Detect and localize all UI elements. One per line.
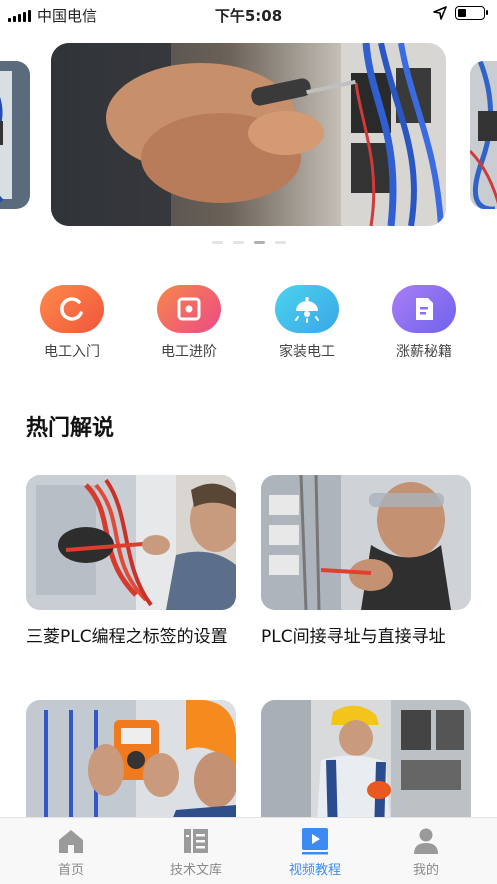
section-title: 热门解说	[26, 416, 115, 441]
video-card[interactable]: PLC间接寻址与直接寻址	[261, 475, 471, 650]
document-icon	[392, 285, 456, 333]
video-title: PLC间接寻址与直接寻址	[261, 627, 446, 647]
library-icon	[146, 826, 246, 856]
square-target-icon	[157, 285, 221, 333]
tab-library[interactable]: 技术文库	[146, 826, 246, 878]
tab-label: 技术文库	[169, 863, 222, 878]
carousel-dot[interactable]	[253, 241, 265, 244]
category-label: 家装电工	[279, 344, 335, 360]
carousel-dot[interactable]	[211, 241, 223, 244]
location-arrow-icon	[433, 6, 447, 20]
video-card[interactable]: 三菱PLC编程之标签的设置	[26, 475, 236, 650]
video-thumbnail[interactable]	[261, 475, 471, 610]
tab-label: 首页	[57, 863, 84, 878]
status-right	[433, 6, 488, 20]
video-thumbnail[interactable]	[26, 700, 236, 835]
video-icon	[265, 826, 365, 856]
tab-home[interactable]: 首页	[21, 826, 121, 878]
category-label: 电工进阶	[161, 344, 217, 360]
carousel-indicator	[0, 241, 497, 244]
video-thumbnail[interactable]	[26, 475, 236, 610]
carousel-dot[interactable]	[232, 241, 244, 244]
banner-carousel[interactable]	[0, 43, 497, 228]
refresh-circle-icon	[40, 285, 104, 333]
ceiling-lamp-icon	[275, 285, 339, 333]
category-label: 涨薪秘籍	[396, 344, 452, 360]
category-advanced[interactable]: 电工进阶	[139, 285, 239, 361]
category-label: 电工入门	[44, 344, 100, 360]
user-icon	[376, 826, 476, 856]
banner-slide-next[interactable]	[470, 61, 497, 209]
home-icon	[21, 826, 121, 856]
tab-profile[interactable]: 我的	[376, 826, 476, 878]
tab-video-tutorials[interactable]: 视频教程	[265, 826, 365, 878]
status-time: 下午5:08	[214, 7, 283, 25]
category-raise-tips[interactable]: 涨薪秘籍	[374, 285, 474, 361]
video-title: 三菱PLC编程之标签的设置	[26, 627, 228, 647]
category-home-electrician[interactable]: 家装电工	[257, 285, 357, 361]
category-beginner[interactable]: 电工入门	[22, 285, 122, 361]
tab-label: 视频教程	[288, 863, 341, 878]
banner-slide-active[interactable]	[51, 43, 446, 226]
tab-bar: 首页 技术文库 视频教程 我的	[0, 817, 497, 884]
banner-slide-previous[interactable]	[0, 61, 30, 209]
tab-label: 我的	[412, 863, 439, 878]
carousel-dot[interactable]	[274, 241, 286, 244]
status-bar: 中国电信 下午5:08	[0, 0, 497, 28]
battery-icon	[455, 6, 488, 20]
video-thumbnail[interactable]	[261, 700, 471, 835]
